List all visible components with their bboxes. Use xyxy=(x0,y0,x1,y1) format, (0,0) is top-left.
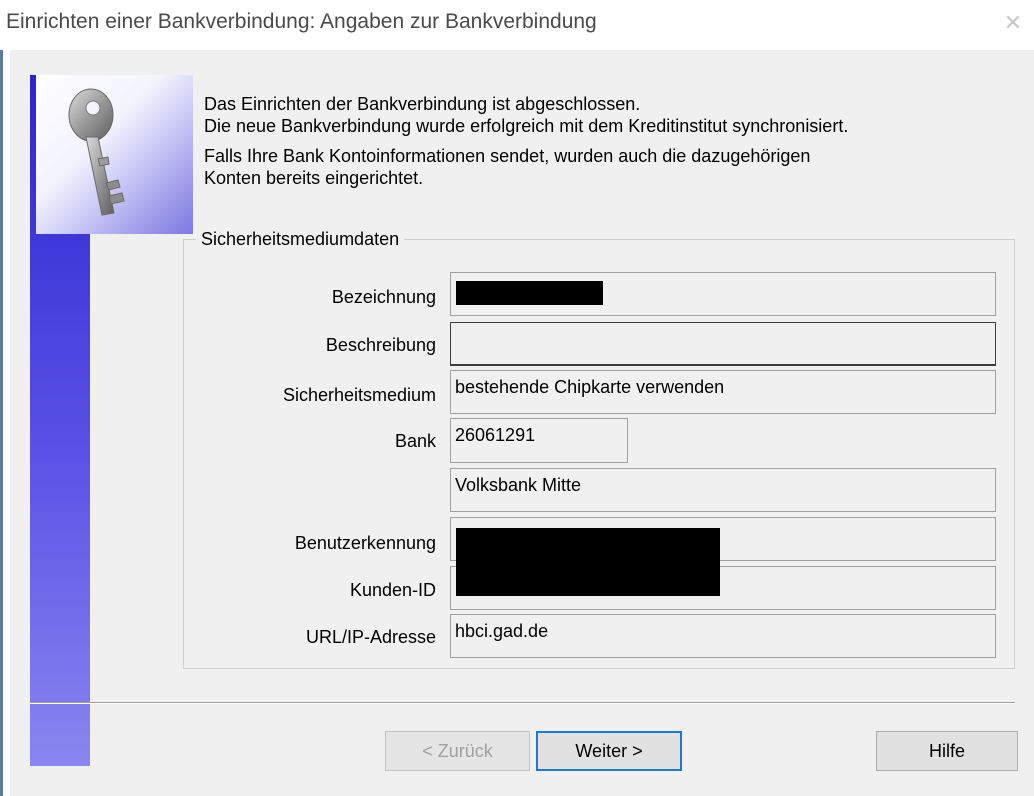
intro-line-1: Das Einrichten der Bankverbindung ist ab… xyxy=(204,94,641,114)
window-title: Einrichten einer Bankverbindung: Angaben… xyxy=(6,10,597,33)
field-beschreibung[interactable] xyxy=(450,322,996,366)
field-bank-name[interactable]: Volksbank Mitte xyxy=(450,468,996,512)
label-beschreibung: Beschreibung xyxy=(325,335,436,355)
window-left-edge xyxy=(0,0,3,796)
redaction-bezeichnung xyxy=(456,281,603,305)
help-button[interactable]: Hilfe xyxy=(876,731,1018,771)
next-button[interactable]: Weiter > xyxy=(536,731,682,771)
groupbox-title: Sicherheitsmediumdaten xyxy=(196,229,405,250)
key-icon xyxy=(36,75,193,234)
label-bezeichnung: Bezeichnung xyxy=(331,287,436,307)
field-sicherheitsmedium[interactable]: bestehende Chipkarte verwenden xyxy=(450,370,996,414)
label-kunden-id: Kunden-ID xyxy=(349,580,436,600)
intro-text: Das Einrichten der Bankverbindung ist ab… xyxy=(204,93,848,189)
label-bank: Bank xyxy=(394,431,436,451)
intro-line-4: Konten bereits eingerichtet. xyxy=(204,168,424,188)
field-url[interactable]: hbci.gad.de xyxy=(450,614,996,658)
label-benutzerkennung: Benutzerkennung xyxy=(294,533,436,553)
field-bank-code[interactable]: 26061291 xyxy=(450,418,628,463)
redaction-benutzerkennung-kunden-id xyxy=(456,528,720,596)
back-button[interactable]: < Zurück xyxy=(385,731,530,771)
close-icon[interactable]: ✕ xyxy=(1000,10,1026,36)
title-bar[interactable]: Einrichten einer Bankverbindung: Angaben… xyxy=(0,0,1034,50)
intro-gap xyxy=(204,137,848,145)
button-separator xyxy=(30,702,1015,704)
intro-line-2: Die neue Bankverbindung wurde erfolgreic… xyxy=(204,116,849,136)
intro-line-3: Falls Ihre Bank Kontoinformationen sende… xyxy=(204,146,811,166)
label-sicherheitsmedium: Sicherheitsmedium xyxy=(282,385,436,405)
label-url: URL/IP-Adresse xyxy=(305,627,436,647)
